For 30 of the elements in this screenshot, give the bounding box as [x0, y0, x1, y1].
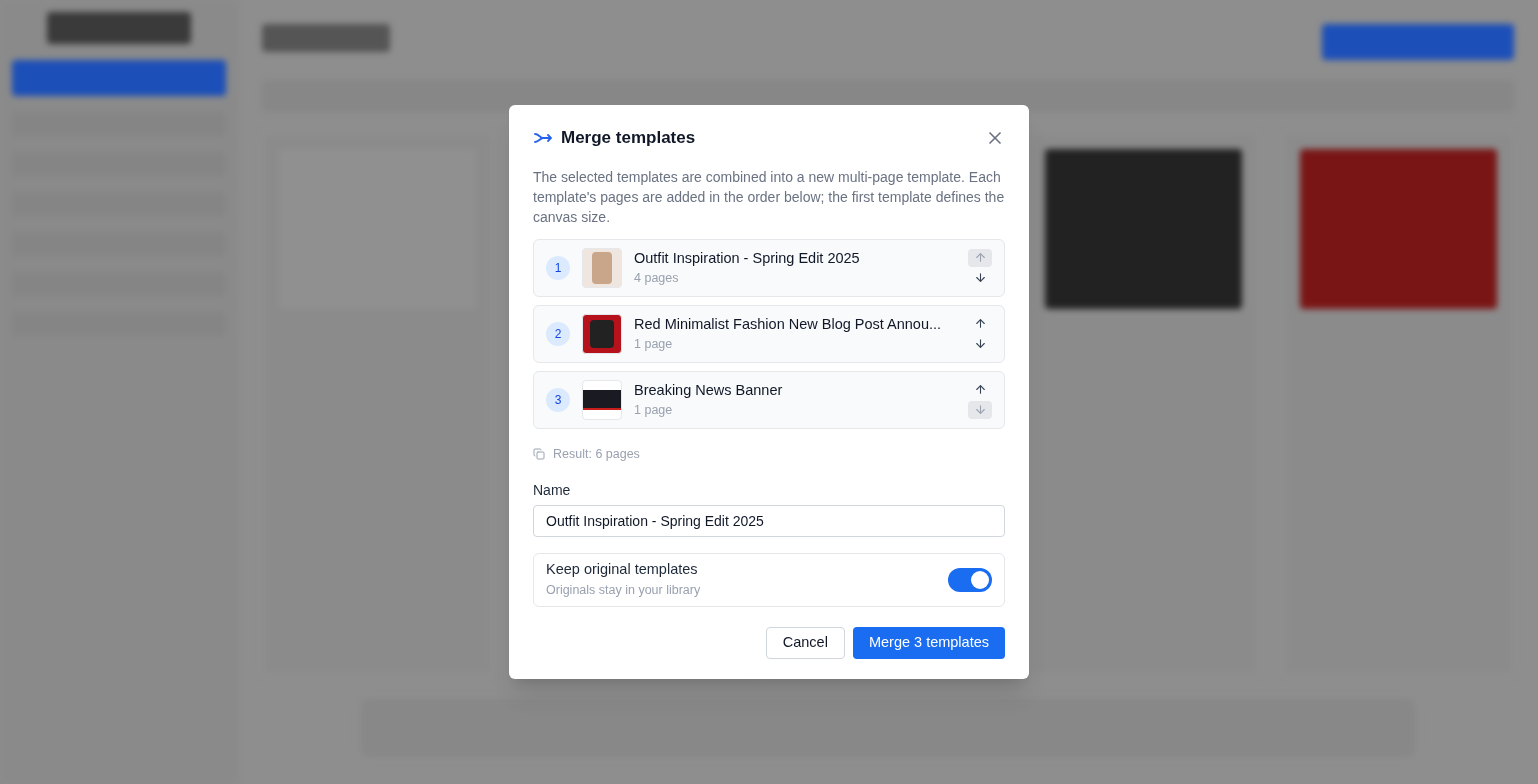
result-summary: Result: 6 pages — [553, 445, 640, 463]
option-label: Keep original templates — [546, 560, 699, 580]
template-title: Breaking News Banner — [634, 380, 784, 400]
field-label: Name — [533, 480, 572, 500]
order-number: 2 — [546, 321, 570, 346]
arrow-up-icon — [973, 383, 987, 397]
pages-icon — [533, 448, 545, 461]
merge-button[interactable]: Merge 3 templates — [852, 626, 1005, 659]
template-title: Outfit Inspiration - Spring Edit 2025 — [634, 248, 861, 268]
thumbnail-image — [582, 313, 622, 354]
arrow-down-icon — [973, 337, 987, 351]
thumbnail-image — [582, 247, 622, 288]
page-count: 4 pages — [634, 270, 680, 288]
dialog-title: Merge templates — [561, 127, 696, 150]
option-hint: Originals stay in your library — [546, 582, 701, 600]
name-input-field[interactable]: Outfit Inspiration - Spring Edit 2025 — [533, 504, 1005, 537]
arrow-up-icon — [973, 317, 987, 331]
merge-arrow-icon — [533, 131, 553, 146]
template-title: Red Minimalist Fashion New Blog Post Annou... — [634, 314, 943, 334]
order-number: 1 — [546, 255, 570, 280]
dialog-description: The selected templates are combined into a new multi-page template. Each template's pages are added in the order below; the first template defines the canvas size. — [533, 167, 1005, 227]
page-count: 1 page — [634, 402, 674, 420]
toggle-switch[interactable] — [948, 567, 992, 592]
arrow-down-icon — [973, 271, 987, 285]
order-number: 3 — [546, 387, 570, 412]
thumbnail-image — [582, 379, 622, 420]
page-count: 1 page — [634, 336, 674, 354]
arrow-down-icon — [973, 403, 987, 417]
arrow-up-icon — [973, 251, 987, 265]
cancel-button[interactable]: Cancel — [765, 626, 845, 659]
